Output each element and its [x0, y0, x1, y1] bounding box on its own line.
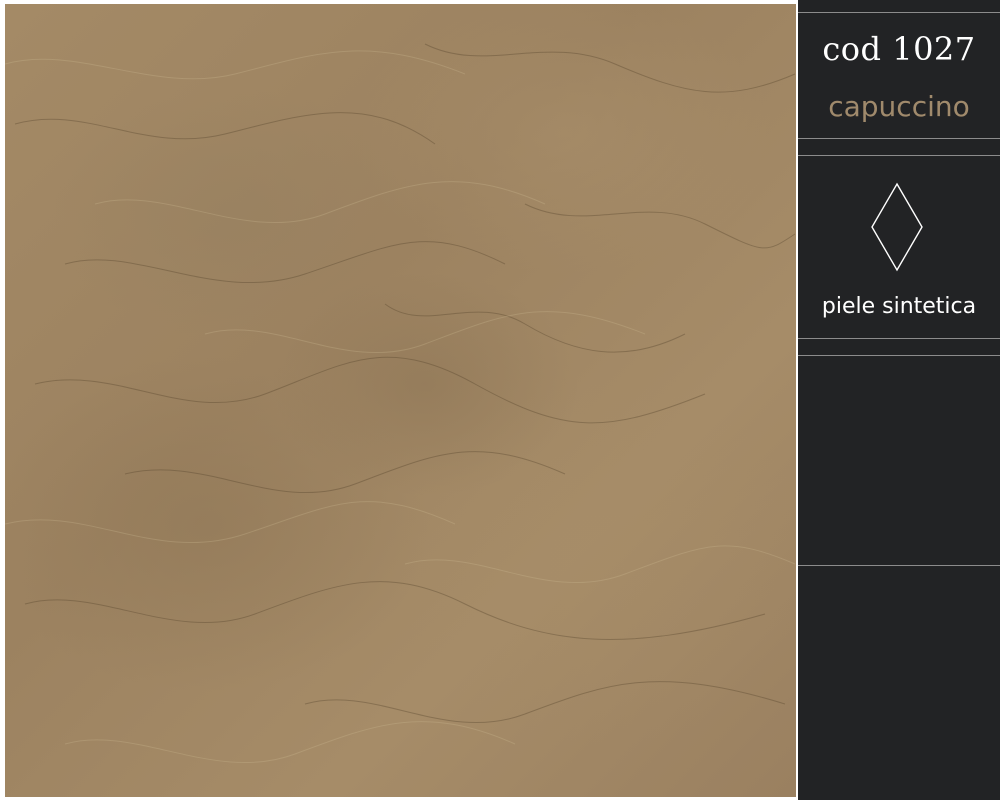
divider: [798, 155, 1000, 156]
divider: [798, 338, 1000, 339]
color-name: capuccino: [828, 90, 970, 123]
leather-swatch-image: [5, 4, 796, 797]
info-panel: cod 1027 capuccino piele sintetica: [798, 0, 1000, 800]
divider: [798, 565, 1000, 566]
divider: [798, 138, 1000, 139]
divider: [798, 12, 1000, 13]
product-card: cod 1027 capuccino piele sintetica: [0, 0, 1000, 800]
product-code: cod 1027: [822, 30, 976, 68]
divider: [798, 355, 1000, 356]
diamond-icon: [871, 182, 923, 272]
material-label: piele sintetica: [821, 294, 977, 319]
leather-grain-texture: [5, 43, 796, 763]
